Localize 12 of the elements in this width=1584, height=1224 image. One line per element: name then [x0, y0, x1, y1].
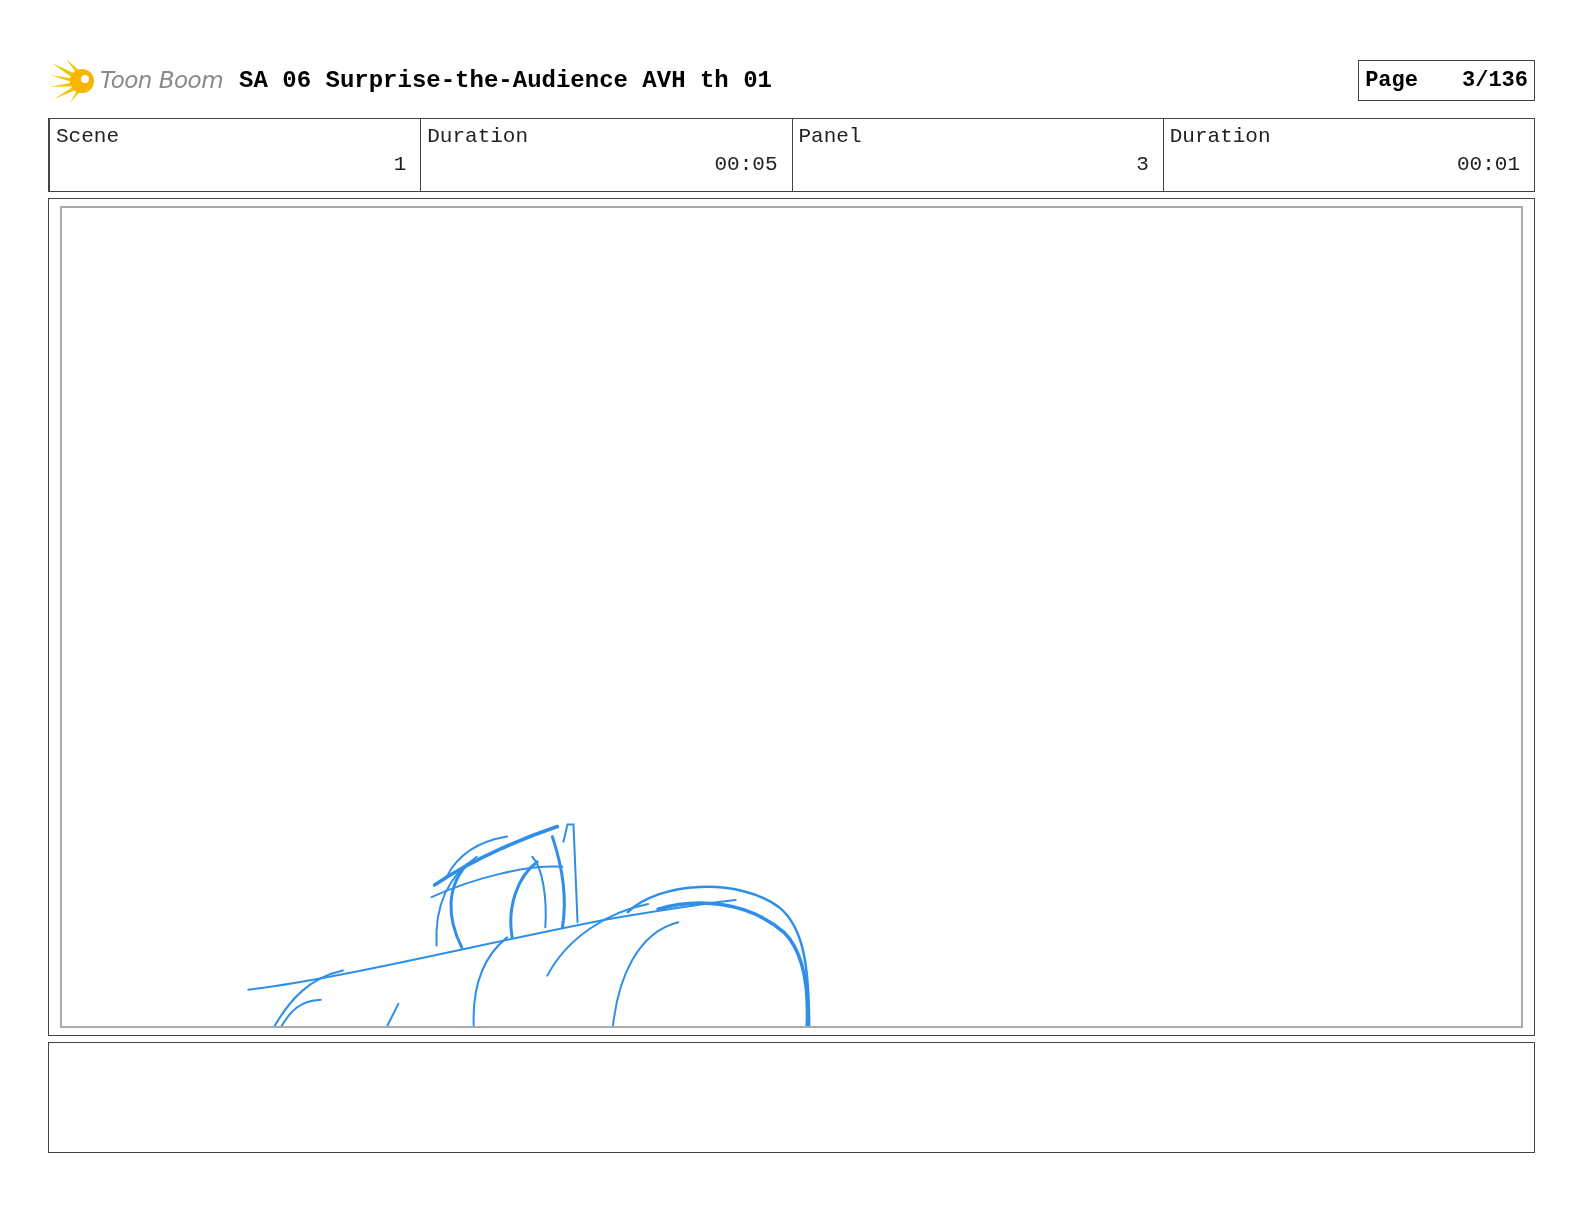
page-label: Page — [1365, 67, 1418, 93]
document-title: SA 06 Surprise-the-Audience AVH th 01 — [239, 66, 772, 94]
field-value: 00:01 — [1457, 153, 1520, 176]
field-label: Duration — [427, 125, 530, 148]
field-value: 1 — [393, 153, 407, 176]
page-number: 3/136 — [1462, 67, 1528, 93]
field-value: 00:05 — [714, 153, 778, 176]
field-value: 3 — [1136, 153, 1149, 176]
field-label: Duration — [1169, 125, 1272, 148]
field-label: Panel — [798, 125, 863, 148]
logo-text: Toon Boom — [100, 67, 224, 93]
field-label: Scene — [56, 125, 120, 148]
